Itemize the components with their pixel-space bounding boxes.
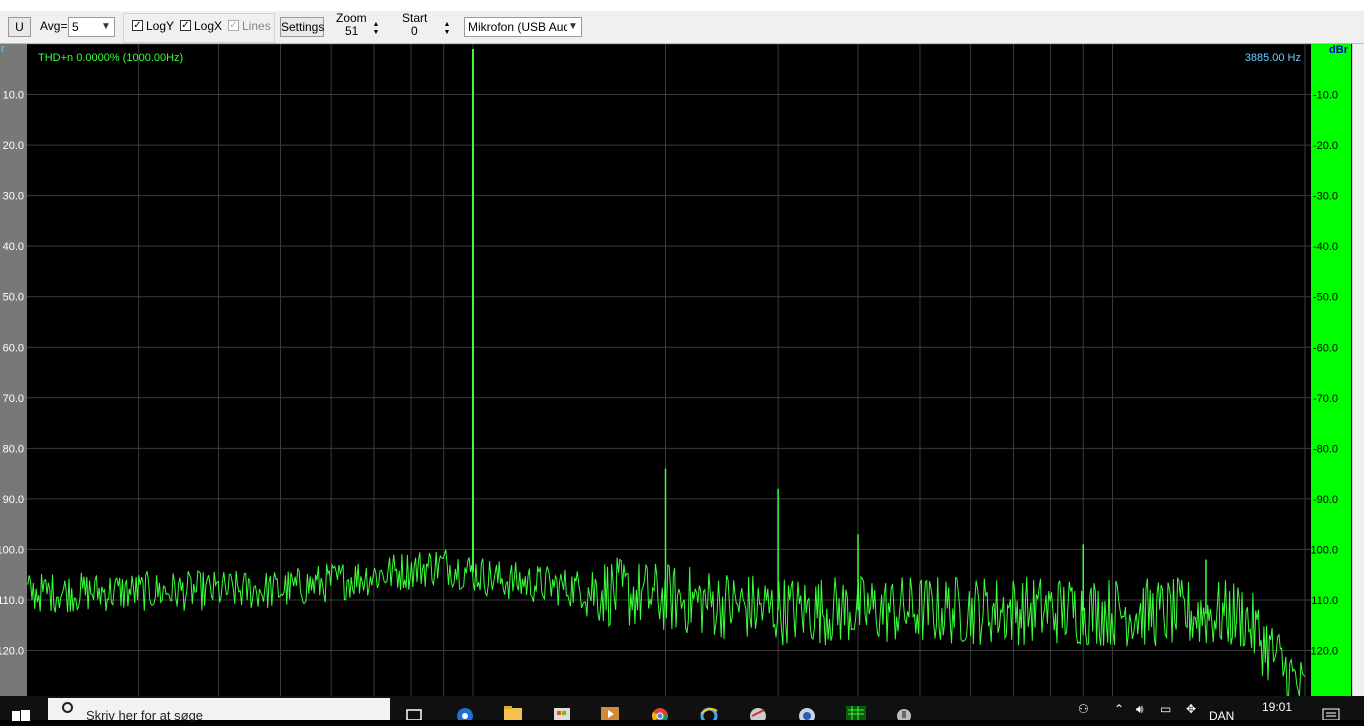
toolbar: U Avg= 5 ▼ ✓ LogY ✓ LogX ✓ Lines Setting… [0, 11, 1364, 44]
logx-checkbox[interactable]: ✓ [180, 20, 191, 31]
thd-readout: THD+n 0.0000% (1000.00Hz) [38, 52, 183, 64]
start-label: Start [402, 11, 428, 25]
y-tick-label-left: 10.0 [3, 90, 24, 102]
media-icon[interactable] [797, 702, 817, 724]
chrome-icon[interactable] [650, 702, 670, 724]
people-icon[interactable]: ⚇ [1078, 702, 1089, 716]
y-tick-label-left: 70.0 [3, 393, 24, 405]
internet-explorer-icon[interactable] [699, 702, 719, 725]
y-tick-label-left: 110.0 [0, 595, 24, 607]
y-tick-label-right: -70.0 [1313, 393, 1338, 405]
logx-label: LogX [194, 19, 223, 33]
y-tick-label-right: -10.0 [1313, 90, 1338, 102]
edge-icon[interactable] [455, 702, 475, 724]
start-value[interactable]: 0 [411, 24, 418, 38]
start-button[interactable] [12, 708, 30, 721]
app-icon[interactable] [748, 702, 768, 724]
y-tick-label-left: 30.0 [3, 191, 24, 203]
y-tick-label-left: 90.0 [3, 494, 24, 506]
spin-down-icon[interactable]: ▼ [369, 29, 383, 37]
y-tick-label-left: 80.0 [3, 443, 24, 455]
u-button[interactable]: U [8, 17, 31, 37]
avg-label: Avg= [40, 19, 68, 33]
y-tick-label-right: -20.0 [1313, 140, 1338, 152]
chevron-down-icon: ▼ [100, 18, 112, 36]
search-placeholder: Skriv her for at søge [86, 708, 204, 723]
spin-down-icon[interactable]: ▼ [440, 29, 454, 37]
y-tick-label-right: -60.0 [1313, 342, 1338, 354]
search-icon [62, 702, 73, 713]
lines-checkbox[interactable]: ✓ [228, 20, 239, 31]
y-tick-label-right: -80.0 [1313, 443, 1338, 455]
y-tick-label-left: 60.0 [3, 342, 24, 354]
notification-icon[interactable] [1322, 706, 1340, 721]
y-tick-label-left: 40.0 [3, 241, 24, 253]
y-tick-label-left: 20.0 [3, 140, 24, 152]
left-partial-label: r [1, 44, 5, 55]
spectrum-analyzer-icon[interactable] [846, 702, 866, 720]
taskbar-search[interactable]: Skriv her for at søge [48, 698, 390, 723]
start-spinner[interactable]: ▲ ▼ [440, 21, 454, 39]
y-tick-label-right: -30.0 [1313, 191, 1338, 203]
avg-value: 5 [72, 20, 79, 34]
task-view-icon[interactable] [404, 702, 424, 721]
network-icon[interactable]: ▭ [1160, 702, 1171, 716]
zoom-value[interactable]: 51 [345, 24, 358, 38]
y-tick-label-right: -120.0 [1307, 646, 1338, 658]
y-tick-label-right: -50.0 [1313, 292, 1338, 304]
store-icon[interactable] [552, 702, 572, 720]
language-indicator[interactable]: DAN [1209, 709, 1234, 723]
volume-icon[interactable]: 🔊︎ [1136, 702, 1144, 717]
y-tick-label-right: -90.0 [1313, 494, 1338, 506]
y-tick-label-right: -110.0 [1308, 595, 1338, 607]
chevron-down-icon: ▼ [567, 18, 579, 36]
avg-select[interactable]: 5 ▼ [68, 17, 115, 37]
y-tick-label-left: 120.0 [0, 646, 24, 658]
zoom-spinner[interactable]: ▲ ▼ [369, 21, 383, 39]
y-tick-label-left: 100.0 [0, 544, 24, 556]
spin-up-icon[interactable]: ▲ [440, 21, 454, 29]
frequency-readout: 3885.00 Hz [1245, 52, 1301, 64]
zoom-label: Zoom [336, 11, 367, 25]
chevron-up-icon[interactable]: ⌃ [1114, 702, 1124, 716]
media-player-icon[interactable] [600, 702, 620, 720]
spectrum-trace [27, 549, 1306, 696]
device-select[interactable]: Mikrofon (USB Audi ▼ [464, 17, 582, 37]
y-tick-label-left: 50.0 [3, 292, 24, 304]
file-explorer-icon[interactable] [503, 702, 523, 720]
dropbox-icon[interactable]: ✥ [1186, 702, 1196, 716]
lines-label: Lines [242, 19, 271, 33]
y-tick-label-right: -40.0 [1313, 241, 1338, 253]
spectrum-chart: r THD+n 0.0000% (1000.00Hz) 3885.00 Hz d… [0, 44, 1349, 696]
windows-logo-icon [12, 710, 30, 721]
unit-label: dBr [1329, 44, 1349, 56]
clock-time[interactable]: 19:01 [1262, 700, 1292, 714]
logy-checkbox[interactable]: ✓ [132, 20, 143, 31]
spin-up-icon[interactable]: ▲ [369, 21, 383, 29]
logy-label: LogY [146, 19, 175, 33]
y-tick-label-right: -100.0 [1307, 544, 1338, 556]
device-value: Mikrofon (USB Audi [468, 20, 573, 34]
settings-button[interactable]: Settings [280, 17, 324, 37]
microphone-app-icon[interactable] [894, 702, 914, 723]
